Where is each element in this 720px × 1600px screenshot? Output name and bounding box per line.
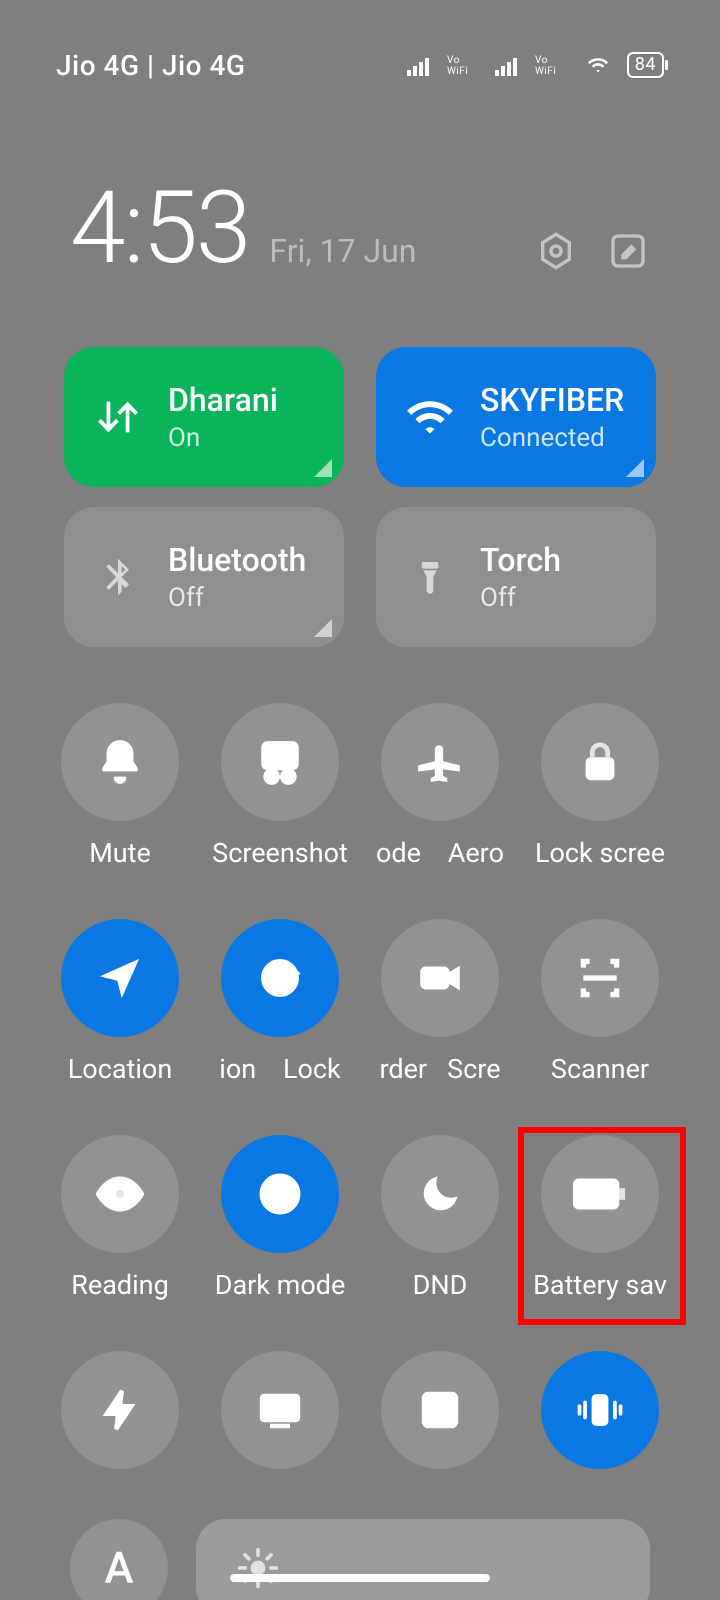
floating-window-icon: [416, 1386, 464, 1434]
svg-text:Vo: Vo: [447, 55, 460, 66]
airplane-icon: [415, 737, 465, 787]
mobile-data-sub: On: [168, 423, 278, 453]
auto-brightness-button[interactable]: A: [70, 1519, 168, 1600]
panel-header: 4:53 Fri, 17 Jun: [0, 130, 720, 287]
record-label: rder Scre: [379, 1053, 500, 1085]
reading-label: Reading: [71, 1269, 169, 1301]
mobile-data-title: Dharani: [168, 381, 278, 419]
screenshot-label: Screenshot: [212, 837, 348, 869]
dark-mode-label: Dark mode: [215, 1269, 346, 1301]
scanner-label: Scanner: [551, 1053, 649, 1085]
airplane-label: ode Aero: [376, 837, 504, 869]
auto-brightness-label: A: [104, 1542, 133, 1594]
mobile-data-icon: [90, 394, 146, 440]
vowifi-icon: VoWiFi: [535, 54, 569, 76]
scanner-toggle[interactable]: Scanner: [520, 919, 680, 1119]
bluetooth-title: Bluetooth: [168, 541, 306, 579]
bluetooth-icon: [90, 555, 146, 599]
torch-icon: [402, 555, 458, 599]
scissors-icon: [255, 737, 305, 787]
rotation-lock-icon: [255, 953, 305, 1003]
expand-corner-icon: [626, 459, 644, 477]
lock-icon: [577, 739, 623, 785]
edit-button[interactable]: [606, 229, 650, 273]
boost-toggle[interactable]: [40, 1351, 200, 1503]
scanner-icon: [575, 953, 625, 1003]
vibrate-icon: [572, 1386, 628, 1434]
settings-button[interactable]: [534, 229, 578, 273]
dnd-label: DND: [413, 1269, 468, 1301]
screen-record-toggle[interactable]: rder Scre: [360, 919, 520, 1119]
bell-icon: [95, 737, 145, 787]
location-label: Location: [68, 1053, 172, 1085]
wifi-icon: [402, 392, 458, 442]
mute-label: Mute: [89, 837, 151, 869]
clock-time: 4:53: [70, 170, 249, 287]
dark-mode-toggle[interactable]: Dark mode: [200, 1135, 360, 1335]
rotation-lock-toggle[interactable]: ion Lock: [200, 919, 360, 1119]
brightness-slider[interactable]: [196, 1519, 650, 1600]
dark-mode-icon: [256, 1170, 304, 1218]
eye-icon: [94, 1168, 146, 1220]
signal-icon: [407, 54, 433, 76]
airplane-toggle[interactable]: ode Aero: [360, 703, 520, 903]
highlight-annotation: [518, 1127, 686, 1325]
bluetooth-sub: Off: [168, 583, 306, 613]
svg-text:Vo: Vo: [535, 55, 548, 66]
lock-screen-toggle[interactable]: Lock scree: [520, 703, 680, 903]
expand-corner-icon: [314, 619, 332, 637]
wifi-icon: [583, 54, 613, 76]
reading-mode-toggle[interactable]: Reading: [40, 1135, 200, 1335]
monitor-icon: [256, 1386, 304, 1434]
signal-icon: [495, 54, 521, 76]
floating-window-toggle[interactable]: [360, 1351, 520, 1503]
vowifi-icon: VoWiFi: [447, 54, 481, 76]
battery-indicator: 84: [627, 52, 664, 78]
status-bar: Jio 4G | Jio 4G VoWiFi VoWiFi 84: [0, 0, 720, 130]
mute-toggle[interactable]: Mute: [40, 703, 200, 903]
torch-sub: Off: [480, 583, 561, 613]
clock-date: Fri, 17 Jun: [269, 232, 416, 270]
gear-icon: [536, 231, 576, 271]
wifi-title: SKYFIBER: [480, 381, 624, 419]
torch-title: Torch: [480, 541, 561, 579]
wifi-sub: Connected: [480, 423, 624, 453]
svg-text:WiFi: WiFi: [447, 66, 468, 76]
cast-toggle[interactable]: [200, 1351, 360, 1503]
location-toggle[interactable]: Location: [40, 919, 200, 1119]
lock-label: Lock scree: [535, 837, 665, 869]
dnd-toggle[interactable]: DND: [360, 1135, 520, 1335]
small-toggles: Mute Screenshot ode Aero Lock scree Loca…: [0, 647, 720, 1503]
location-icon: [97, 955, 143, 1001]
video-icon: [415, 953, 465, 1003]
svg-text:WiFi: WiFi: [535, 66, 556, 76]
sun-icon: [236, 1546, 280, 1590]
status-indicators: VoWiFi VoWiFi 84: [407, 52, 664, 78]
status-carrier: Jio 4G | Jio 4G: [56, 49, 245, 82]
wifi-tile[interactable]: SKYFIBER Connected: [376, 347, 656, 487]
gesture-nav-bar[interactable]: [230, 1574, 490, 1582]
quick-tiles: Dharani On SKYFIBER Connected Bluetooth …: [0, 287, 720, 647]
rotation-label: ion Lock: [219, 1053, 340, 1085]
moon-icon: [416, 1170, 464, 1218]
expand-corner-icon: [314, 459, 332, 477]
screenshot-toggle[interactable]: Screenshot: [200, 703, 360, 903]
mobile-data-tile[interactable]: Dharani On: [64, 347, 344, 487]
vibrate-toggle[interactable]: [520, 1351, 680, 1503]
torch-tile[interactable]: Torch Off: [376, 507, 656, 647]
lightning-icon: [97, 1387, 143, 1433]
bluetooth-tile[interactable]: Bluetooth Off: [64, 507, 344, 647]
brightness-row: A: [0, 1503, 720, 1600]
edit-icon: [608, 231, 648, 271]
